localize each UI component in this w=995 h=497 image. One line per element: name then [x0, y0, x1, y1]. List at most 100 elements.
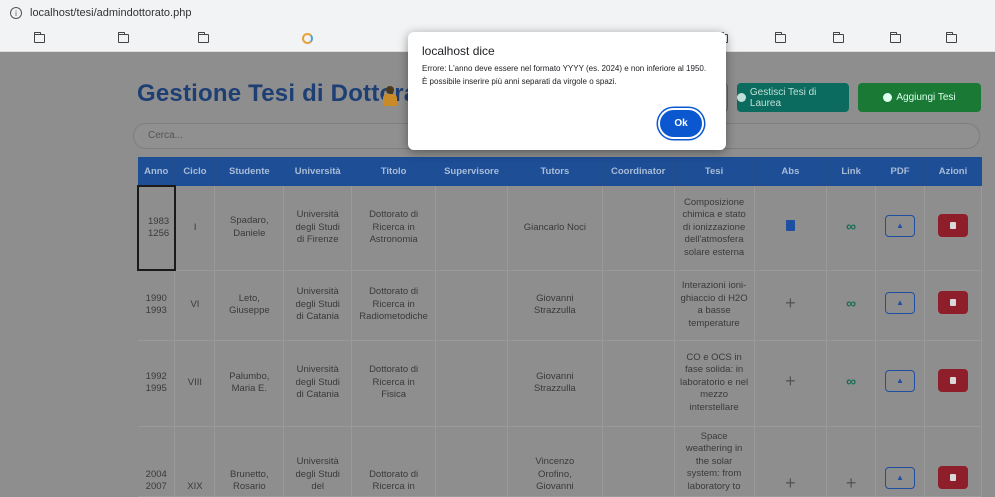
link-cell: ∞ [826, 270, 877, 341]
pdf-cell [875, 340, 925, 427]
ok-button[interactable]: Ok [660, 110, 702, 137]
azioni-cell [924, 270, 983, 341]
folder-icon[interactable] [33, 32, 45, 43]
coordinator-cell[interactable] [602, 426, 675, 497]
studente-cell[interactable]: Spadaro, Daniele [214, 186, 285, 271]
ciclo-cell[interactable]: XIX [174, 426, 216, 497]
col-studente[interactable]: Studente [214, 157, 285, 186]
studente-cell[interactable]: Palumbo, Maria E. [214, 340, 285, 427]
tesi-cell[interactable]: CO e OCS in fase solida: in laboratorio … [674, 340, 755, 427]
studente-cell[interactable]: Leto, Giuseppe [214, 270, 285, 341]
folder-icon[interactable] [117, 32, 129, 43]
url-text[interactable]: localhost/tesi/admindottorato.php [30, 7, 191, 19]
delete-button[interactable] [937, 291, 968, 315]
col-tutors[interactable]: Tutors [507, 157, 603, 186]
graduate-icon [382, 86, 398, 106]
titolo-cell[interactable]: Dottorato di Ricerca in Astronomia [351, 186, 437, 271]
anno-cell[interactable]: 1992 1995 [138, 340, 176, 427]
col-link[interactable]: Link [826, 157, 877, 186]
link-icon[interactable]: ∞ [846, 219, 856, 232]
dialog-title: localhost dice [422, 44, 495, 58]
coordinator-cell[interactable] [602, 186, 675, 271]
table-row: 1992 1995 VIII Palumbo, Maria E. Univers… [138, 340, 983, 427]
upload-pdf-button[interactable] [885, 214, 916, 237]
supervisore-cell[interactable] [435, 186, 508, 271]
delete-button[interactable] [937, 466, 968, 489]
col-azioni[interactable]: Azioni [924, 157, 983, 186]
col-pdf[interactable]: PDF [875, 157, 925, 186]
delete-button[interactable] [937, 369, 968, 393]
link-icon[interactable]: ∞ [846, 297, 856, 310]
gear-icon [737, 93, 746, 102]
add-link-button[interactable]: + [846, 473, 857, 493]
supervisore-cell[interactable] [435, 340, 508, 427]
link-cell: + [826, 426, 877, 497]
supervisore-cell[interactable] [435, 426, 508, 497]
table-header-row: Anno Ciclo Studente Università Titolo Su… [138, 157, 983, 186]
document-icon[interactable] [785, 220, 795, 231]
ciclo-cell[interactable]: VIII [174, 340, 216, 427]
pdf-cell [875, 270, 925, 341]
add-abstract-button[interactable]: + [785, 293, 796, 313]
supervisore-cell[interactable] [435, 270, 508, 341]
titolo-cell[interactable]: Dottorato di Ricerca in [351, 426, 437, 497]
manage-thesis-button[interactable]: Gestisci Tesi di Laurea [737, 83, 849, 112]
address-bar[interactable]: i localhost/tesi/admindottorato.php [0, 0, 995, 26]
col-coordinator[interactable]: Coordinator [602, 157, 675, 186]
azioni-cell [924, 186, 983, 271]
tutors-cell[interactable]: Vincenzo Orofino, Giovanni [507, 426, 603, 497]
universita-cell[interactable]: Università degli Studi del [283, 426, 353, 497]
anno-cell[interactable]: 1990 1993 [138, 270, 176, 341]
delete-button[interactable] [937, 214, 968, 237]
plus-circle-icon [883, 93, 893, 102]
tesi-cell[interactable]: Interazioni ioni- ghiaccio di H2O a bass… [674, 270, 755, 341]
tutors-cell[interactable]: Giovanni Strazzulla [507, 270, 603, 341]
folder-icon[interactable] [197, 32, 209, 43]
col-anno[interactable]: Anno [138, 157, 176, 186]
upload-pdf-button[interactable] [885, 369, 916, 392]
abs-cell [754, 186, 828, 271]
col-universita[interactable]: Università [283, 157, 353, 186]
tutors-cell[interactable]: Giancarlo Noci [507, 186, 603, 271]
bookmark-favicon-icon[interactable] [302, 33, 313, 44]
tutors-cell[interactable]: Giovanni Strazzulla [507, 340, 603, 427]
titolo-cell[interactable]: Dottorato di Ricerca in Radiometodiche [351, 270, 437, 341]
add-thesis-label: Aggiungi Tesi [896, 92, 956, 103]
upload-pdf-button[interactable] [885, 291, 916, 314]
ciclo-cell[interactable]: VI [174, 270, 216, 341]
titolo-cell[interactable]: Dottorato di Ricerca in Fisica [351, 340, 437, 427]
col-abs[interactable]: Abs [754, 157, 828, 186]
link-cell: ∞ [826, 340, 877, 427]
col-supervisore[interactable]: Supervisore [435, 157, 508, 186]
anno-cell-editing[interactable]: 1983 1256 [137, 185, 176, 271]
tesi-cell[interactable]: Space weathering in the solar system: fr… [674, 426, 755, 497]
abs-cell: + [754, 426, 828, 497]
ciclo-cell[interactable]: I [174, 186, 216, 271]
coordinator-cell[interactable] [602, 270, 675, 341]
folder-icon[interactable] [945, 32, 957, 43]
table-row: 1983 1256 I Spadaro, Daniele Università … [137, 185, 983, 271]
col-titolo[interactable]: Titolo [351, 157, 437, 186]
abs-cell: + [754, 340, 828, 427]
add-abstract-button[interactable]: + [785, 371, 796, 391]
folder-icon[interactable] [832, 32, 844, 43]
link-icon[interactable]: ∞ [846, 375, 856, 388]
folder-icon[interactable] [889, 32, 901, 43]
universita-cell[interactable]: Università degli Studi di Firenze [283, 186, 353, 271]
tesi-cell[interactable]: Composizione chimica e stato di ionizzaz… [674, 186, 755, 271]
col-tesi[interactable]: Tesi [674, 157, 755, 186]
add-abstract-button[interactable]: + [785, 473, 796, 493]
add-thesis-button[interactable]: Aggiungi Tesi [858, 83, 981, 112]
thesis-table: Anno Ciclo Studente Università Titolo Su… [137, 157, 983, 497]
anno-cell[interactable]: 2004 2007 [138, 426, 176, 497]
folder-icon[interactable] [774, 32, 786, 43]
universita-cell[interactable]: Università degli Studi di Catania [283, 270, 353, 341]
manage-thesis-label: Gestisci Tesi di Laurea [749, 86, 817, 109]
universita-cell[interactable]: Università degli Studi di Catania [283, 340, 353, 427]
studente-cell[interactable]: Brunetto, Rosario [214, 426, 285, 497]
info-icon[interactable]: i [10, 7, 22, 19]
azioni-cell [924, 340, 983, 427]
upload-pdf-button[interactable] [885, 467, 916, 489]
coordinator-cell[interactable] [602, 340, 675, 427]
col-ciclo[interactable]: Ciclo [174, 157, 216, 186]
